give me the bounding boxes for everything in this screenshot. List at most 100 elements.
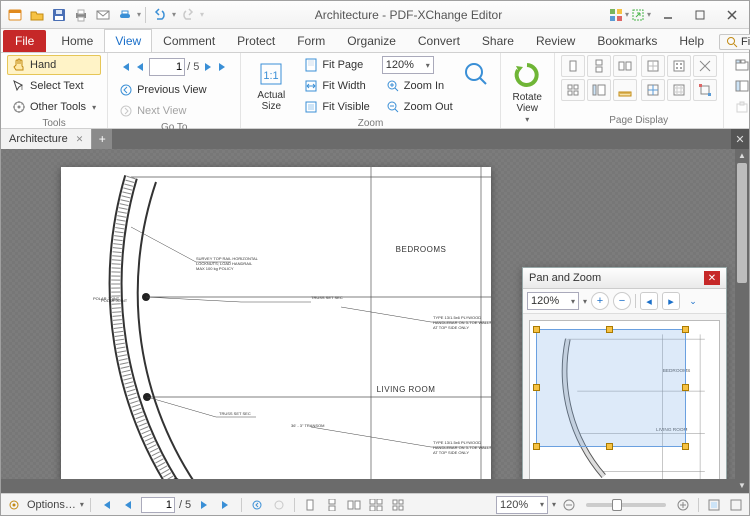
pz-zoom-out-icon[interactable]: −: [613, 292, 631, 310]
first-page-icon[interactable]: [119, 61, 131, 73]
hand-tool-button[interactable]: Hand: [7, 55, 101, 75]
next-view-button[interactable]: Next View: [114, 101, 234, 121]
sb-layout-facing-cont-icon[interactable]: [367, 497, 385, 513]
open-icon[interactable]: [27, 5, 47, 25]
svg-text:1:1: 1:1: [264, 70, 279, 82]
document-tab[interactable]: Architecture✕: [1, 129, 92, 149]
tab-comment[interactable]: Comment: [152, 29, 226, 52]
vertical-scrollbar[interactable]: ▲▼: [735, 149, 749, 493]
sb-next-page-icon[interactable]: [195, 497, 213, 513]
tab-help[interactable]: Help: [668, 29, 715, 52]
other-tools-button[interactable]: Other Tools▾: [7, 97, 101, 117]
fit-page-button[interactable]: Fit Page: [299, 55, 374, 75]
group-page-display: Page Display: [555, 53, 724, 128]
app-icon[interactable]: [5, 5, 25, 25]
layout-continuous-icon[interactable]: [587, 55, 611, 77]
tab-share[interactable]: Share: [471, 29, 525, 52]
minimize-button[interactable]: [653, 5, 683, 25]
previous-view-button[interactable]: Previous View: [114, 80, 234, 100]
tab-form[interactable]: Form: [286, 29, 336, 52]
grid-icon[interactable]: [667, 79, 691, 101]
last-page-icon[interactable]: [217, 61, 229, 73]
next-page-icon[interactable]: [203, 61, 213, 73]
portfolio-button[interactable]: Portfolio▾: [730, 97, 750, 117]
zoom-in-button[interactable]: Zoom In: [381, 76, 458, 96]
transform-icon[interactable]: [693, 79, 717, 101]
sb-fit-visible-icon[interactable]: [705, 497, 723, 513]
prev-page-icon[interactable]: [135, 61, 145, 73]
sb-fullscreen-icon[interactable]: [727, 497, 745, 513]
pan-and-zoom-titlebar[interactable]: Pan and Zoom ✕: [523, 268, 726, 289]
file-tab[interactable]: File: [3, 30, 46, 52]
pz-next-icon[interactable]: ▸: [662, 292, 680, 310]
pan-and-zoom-close-button[interactable]: ✕: [704, 271, 720, 285]
sb-layout-grid-icon[interactable]: [389, 497, 407, 513]
sb-page-input[interactable]: [141, 497, 175, 513]
panes-button[interactable]: Panes▾: [730, 76, 750, 96]
zoom-out-button[interactable]: Zoom Out: [381, 97, 458, 117]
email-icon[interactable]: [93, 5, 113, 25]
print-icon[interactable]: [71, 5, 91, 25]
zoom-combo[interactable]: 120%: [381, 55, 458, 75]
pan-and-zoom-panel[interactable]: Pan and Zoom ✕ 120% ▾ + − ◂ ▸ ⌄: [522, 267, 727, 493]
horizontal-scrollbar[interactable]: [1, 479, 735, 493]
maximize-button[interactable]: [685, 5, 715, 25]
sb-last-page-icon[interactable]: [217, 497, 235, 513]
rulers-icon[interactable]: [613, 79, 637, 101]
sb-zoom-combo[interactable]: 120%: [496, 496, 548, 514]
sb-next-view-icon[interactable]: [270, 497, 288, 513]
page-input[interactable]: [149, 58, 185, 76]
tab-bookmarks[interactable]: Bookmarks: [586, 29, 668, 52]
sb-zoom-slider[interactable]: [586, 503, 666, 507]
sb-layout-cont-icon[interactable]: [323, 497, 341, 513]
sb-layout-single-icon[interactable]: [301, 497, 319, 513]
pz-viewport-rect[interactable]: [536, 329, 686, 447]
rotate-view-button[interactable]: Rotate View▾: [507, 55, 548, 130]
sb-first-page-icon[interactable]: [97, 497, 115, 513]
guides-icon[interactable]: [641, 79, 665, 101]
sb-prev-view-icon[interactable]: [248, 497, 266, 513]
redo-icon[interactable]: [178, 5, 198, 25]
show-gaps-icon[interactable]: [641, 55, 665, 77]
fit-visible-button[interactable]: Fit Visible: [299, 97, 374, 117]
layout-facing-icon[interactable]: [613, 55, 637, 77]
document-tabs-button[interactable]: Document Tabs▾: [730, 55, 750, 75]
sb-layout-facing-icon[interactable]: [345, 497, 363, 513]
sb-prev-page-icon[interactable]: [119, 497, 137, 513]
scan-icon[interactable]: [115, 5, 135, 25]
sb-zoom-out-icon[interactable]: [560, 497, 578, 513]
show-grid-icon[interactable]: [667, 55, 691, 77]
sb-zoom-in-icon[interactable]: [674, 497, 692, 513]
pz-menu-icon[interactable]: ⌄: [684, 292, 702, 310]
title-bar-right: ▾ ▾: [609, 5, 749, 25]
fit-width-button[interactable]: Fit Width: [299, 76, 374, 96]
snap-icon[interactable]: [693, 55, 717, 77]
tab-view[interactable]: View: [104, 29, 152, 52]
loupe-button[interactable]: [458, 55, 494, 93]
launch-icon[interactable]: [631, 8, 645, 22]
select-text-button[interactable]: ISelect Text: [7, 76, 101, 96]
tab-convert[interactable]: Convert: [407, 29, 471, 52]
close-button[interactable]: [717, 5, 747, 25]
find-button[interactable]: Find…: [719, 34, 750, 50]
close-all-tabs-button[interactable]: ✕: [731, 129, 749, 149]
undo-icon[interactable]: [150, 5, 170, 25]
ui-options-icon[interactable]: [609, 8, 623, 22]
tab-protect[interactable]: Protect: [226, 29, 286, 52]
options-gear-icon[interactable]: [5, 497, 23, 513]
tab-home[interactable]: Home: [50, 29, 104, 52]
layout-single-icon[interactable]: [561, 55, 585, 77]
thumbnails-icon[interactable]: [587, 79, 611, 101]
actual-size-button[interactable]: 1:1Actual Size: [247, 55, 295, 117]
options-button[interactable]: Options…: [27, 499, 76, 511]
pz-zoom-in-icon[interactable]: +: [591, 292, 609, 310]
pan-and-zoom-thumbnail[interactable]: BEDROOMS LIVING ROOM FLOOR RADIUS SECTIO…: [529, 320, 720, 493]
layout-grid-icon[interactable]: [561, 79, 585, 101]
tab-organize[interactable]: Organize: [336, 29, 407, 52]
save-icon[interactable]: [49, 5, 69, 25]
add-tab-button[interactable]: +: [92, 129, 112, 149]
document-viewer[interactable]: BEDROOMS LIVING ROOM SURVEY TOP RAIL HOR…: [1, 149, 749, 493]
pz-prev-icon[interactable]: ◂: [640, 292, 658, 310]
tab-review[interactable]: Review: [525, 29, 586, 52]
pz-zoom-combo[interactable]: 120%: [527, 292, 579, 310]
